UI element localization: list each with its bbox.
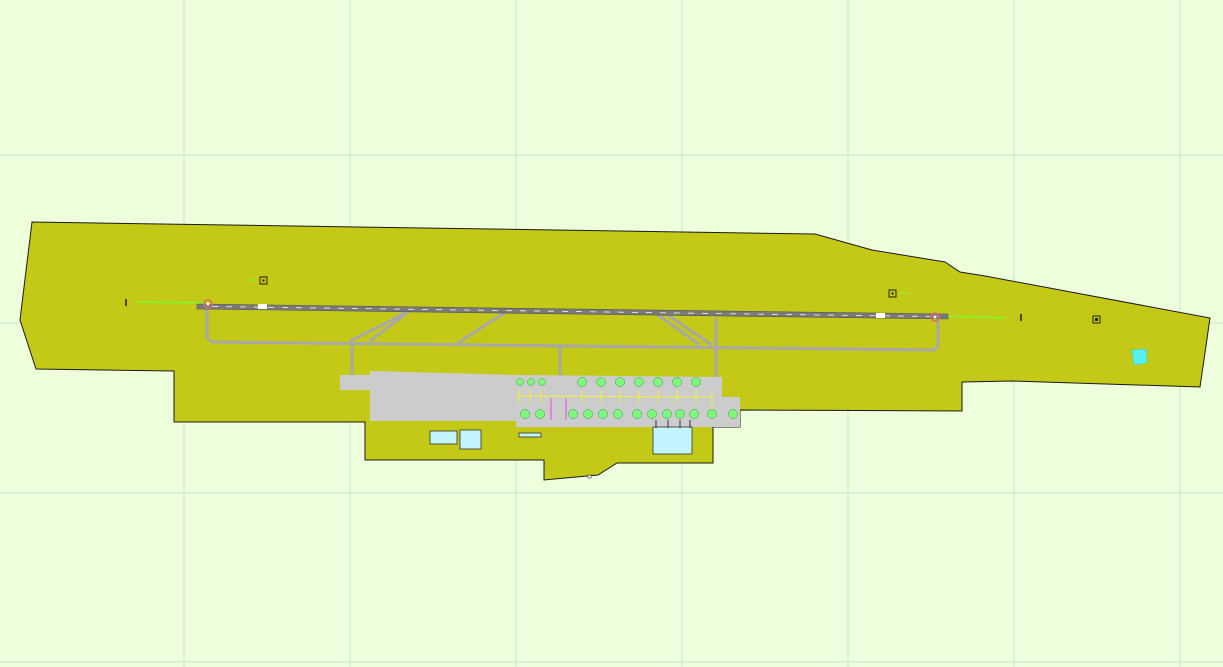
- building-hangar[interactable]: [459, 429, 482, 450]
- apron-west-pad[interactable]: [340, 375, 370, 390]
- aircraft-stand[interactable]: [538, 378, 546, 386]
- aircraft-stand[interactable]: [527, 378, 535, 386]
- aircraft-stand[interactable]: [675, 409, 685, 419]
- aircraft-stand[interactable]: [520, 409, 530, 419]
- runway-end-marker-dot: [933, 315, 937, 319]
- aircraft-stand[interactable]: [728, 409, 738, 419]
- aircraft-stand[interactable]: [598, 409, 608, 419]
- airport-map[interactable]: [0, 0, 1223, 667]
- aircraft-stand[interactable]: [707, 409, 717, 419]
- apron-main[interactable]: [370, 371, 516, 421]
- navaid-dot: [262, 279, 265, 282]
- aircraft-stand[interactable]: [634, 377, 644, 387]
- aircraft-stand[interactable]: [596, 377, 606, 387]
- map-canvas[interactable]: [0, 0, 1223, 667]
- aircraft-stand[interactable]: [577, 377, 587, 387]
- building-cargo[interactable]: [429, 430, 458, 445]
- runway-threshold-marking: [258, 304, 267, 309]
- aircraft-stand[interactable]: [615, 377, 625, 387]
- aircraft-stand[interactable]: [535, 409, 545, 419]
- aircraft-stand[interactable]: [613, 409, 623, 419]
- apron-terminal[interactable]: [516, 375, 740, 427]
- pond[interactable]: [1131, 348, 1148, 366]
- runway-end-marker-dot: [206, 302, 210, 306]
- approach-light-west: [135, 301, 206, 304]
- aircraft-stand[interactable]: [632, 409, 642, 419]
- aircraft-stand[interactable]: [653, 377, 663, 387]
- terminal-building[interactable]: [652, 426, 693, 455]
- small-structure: [587, 474, 592, 479]
- aircraft-stand[interactable]: [647, 409, 657, 419]
- aircraft-stand[interactable]: [672, 377, 682, 387]
- navaid-dot: [891, 292, 894, 295]
- navaid-dot: [1095, 318, 1098, 321]
- aircraft-stand[interactable]: [516, 378, 524, 386]
- runway-threshold-marking: [876, 313, 885, 318]
- aircraft-stand[interactable]: [568, 409, 578, 419]
- building-small[interactable]: [518, 432, 542, 438]
- aircraft-stand[interactable]: [583, 409, 593, 419]
- aircraft-stand[interactable]: [662, 409, 672, 419]
- aircraft-stand[interactable]: [689, 409, 699, 419]
- aircraft-stand[interactable]: [691, 377, 701, 387]
